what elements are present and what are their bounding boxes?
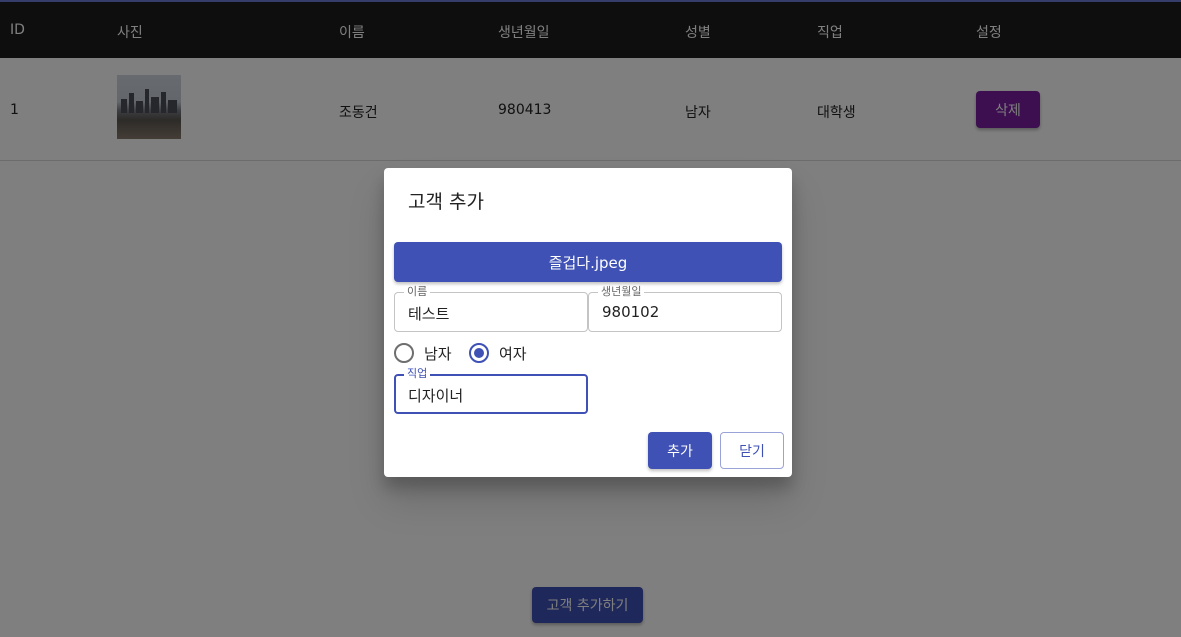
close-dialog-button[interactable]: 닫기 (720, 432, 784, 469)
gender-female-radio[interactable] (469, 343, 489, 363)
birthday-field[interactable]: 생년월일 980102 (588, 286, 782, 332)
birthday-field-label: 생년월일 (598, 286, 645, 298)
job-field-value: 디자이너 (408, 387, 464, 405)
gender-male-radio[interactable] (394, 343, 414, 363)
birthday-field-value: 980102 (602, 303, 660, 321)
name-field-label: 이름 (404, 286, 431, 298)
job-field[interactable]: 직업 디자이너 (394, 368, 588, 414)
gender-male-label[interactable]: 남자 (424, 343, 452, 364)
add-customer-dialog: 고객 추가 즐겁다.jpeg 이름 테스트 생년월일 980102 남자 여자 … (384, 168, 792, 477)
job-field-label: 직업 (404, 368, 431, 380)
submit-add-button[interactable]: 추가 (648, 432, 712, 469)
dialog-title: 고객 추가 (408, 191, 484, 213)
name-field-value: 테스트 (408, 305, 450, 323)
name-field[interactable]: 이름 테스트 (394, 286, 588, 332)
file-upload-button[interactable]: 즐겁다.jpeg (394, 242, 782, 282)
gender-female-label[interactable]: 여자 (499, 343, 527, 364)
